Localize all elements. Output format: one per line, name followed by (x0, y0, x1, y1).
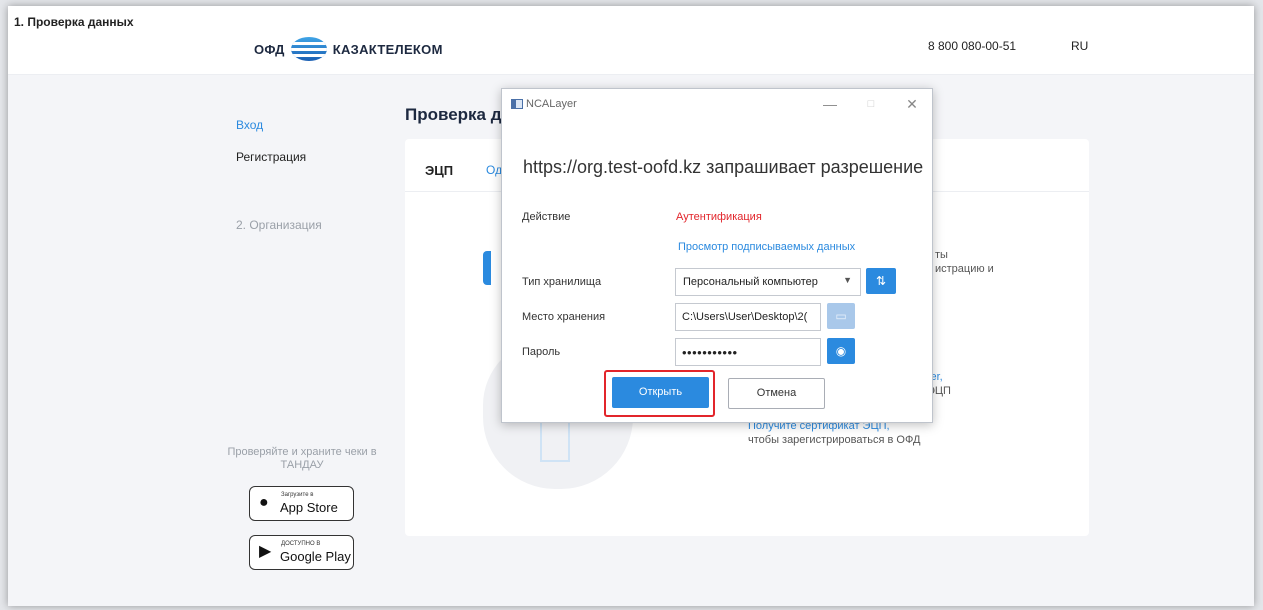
sidebar-item-organization: 2. Организация (236, 218, 322, 232)
dialog-title: NCALayer (526, 98, 577, 110)
store-small-label: Загрузите в (281, 492, 314, 498)
ncalayer-app-icon (511, 99, 523, 109)
logo[interactable]: ОФД КАЗАКТЕЛЕКОМ (254, 37, 443, 61)
browse-folder-button[interactable]: ▭ (827, 303, 855, 329)
page-title: Проверка д (405, 105, 502, 124)
refresh-icon: ⇅ (875, 274, 887, 288)
storage-type-value: Персональный компьютер (683, 276, 818, 288)
action-label: Действие (522, 211, 571, 223)
open-button[interactable]: Открыть (612, 377, 709, 408)
promo-text: Проверяйте и храните чеки в ТАНДАУ (227, 446, 377, 471)
maximize-icon: □ (867, 98, 875, 110)
folder-icon: ▭ (835, 309, 847, 323)
certificate-hint: чтобы зарегистрироваться в ОФД (748, 434, 921, 446)
logo-text-ofd: ОФД (254, 41, 285, 57)
location-label: Место хранения (522, 311, 606, 323)
language-selector[interactable]: RU (1071, 39, 1088, 53)
play-icon: ▶ (259, 543, 272, 560)
view-signed-data-link[interactable]: Просмотр подписываемых данных (678, 241, 855, 253)
sidebar-item-login[interactable]: Вход (236, 118, 263, 132)
password-input[interactable]: ••••••••••• (675, 338, 821, 366)
tab-other[interactable]: Од (486, 163, 502, 177)
storage-path-value: C:\Users\User\Desktop\2( (682, 311, 808, 323)
ncalayer-dialog: NCALayer — □ ✕ https://org.test-oofd.kz … (501, 88, 933, 423)
sidebar-item-label: 1. Проверка данных (14, 15, 134, 29)
close-icon[interactable]: ✕ (900, 94, 924, 114)
eye-icon: ◉ (835, 344, 847, 358)
minimize-icon[interactable]: — (818, 94, 842, 114)
text-fragment: ты (935, 249, 948, 261)
phone-number[interactable]: 8 800 080-00-51 (928, 39, 1016, 53)
action-value: Аутентификация (676, 211, 762, 223)
refresh-button[interactable]: ⇅ (866, 268, 896, 294)
app-store-button[interactable]: ● Загрузите в App Store (249, 486, 354, 521)
permission-request-text: https://org.test-oofd.kz запрашивает раз… (523, 157, 924, 177)
cancel-button[interactable]: Отмена (728, 378, 825, 409)
primary-button-partial[interactable] (483, 251, 491, 285)
storage-type-label: Тип хранилища (522, 276, 602, 288)
store-small-label: ДОСТУПНО В (281, 541, 321, 547)
browser-page: ОФД КАЗАКТЕЛЕКОМ 8 800 080-00-51 RU Вход… (8, 6, 1254, 606)
show-password-button[interactable]: ◉ (827, 338, 855, 364)
logo-text-kazakhtelecom: КАЗАКТЕЛЕКОМ (332, 41, 443, 57)
store-big-label: Google Play (280, 549, 351, 564)
tab-ecp[interactable]: ЭЦП (425, 163, 453, 178)
password-value: ••••••••••• (682, 345, 738, 360)
chevron-down-icon: ▼ (843, 275, 852, 285)
google-play-button[interactable]: ▶ ДОСТУПНО В Google Play (249, 535, 354, 570)
apple-icon: ● (259, 494, 269, 511)
storage-type-select[interactable]: Персональный компьютер ▼ (675, 268, 861, 296)
storage-path-input[interactable]: C:\Users\User\Desktop\2( (675, 303, 821, 331)
globe-icon (290, 37, 327, 61)
password-label: Пароль (522, 346, 561, 358)
top-bar: ОФД КАЗАКТЕЛЕКОМ 8 800 080-00-51 RU (8, 6, 1254, 75)
text-fragment: истрацию и (935, 263, 994, 275)
sidebar-item-registration[interactable]: Регистрация (236, 150, 306, 164)
store-big-label: App Store (280, 500, 338, 515)
